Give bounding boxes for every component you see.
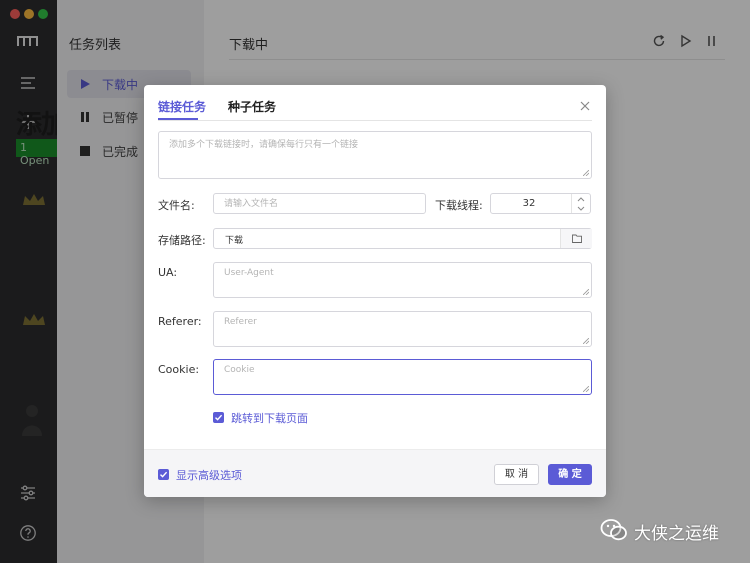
watermark: 大侠之运维 [600,517,740,544]
tab-torrent-task[interactable]: 种子任务 [228,98,276,115]
stepper-divider [571,194,572,213]
cookie-input[interactable] [214,360,591,394]
cookie-textarea-box [213,359,592,395]
jump-to-downloads-checkbox[interactable] [213,412,224,423]
cancel-button[interactable]: 取 消 [494,464,539,485]
save-path-label: 存储路径: [158,234,206,247]
threads-stepper[interactable]: 32 [490,193,591,214]
confirm-button[interactable]: 确 定 [548,464,592,485]
checkmark-icon [215,414,223,421]
ua-input[interactable] [214,263,591,297]
watermark-text: 大侠之运维 [634,524,719,544]
ua-label: UA: [158,266,178,279]
resize-grip-icon[interactable] [583,289,589,295]
filename-field [213,193,426,214]
tabs-divider [158,120,592,121]
save-path-field[interactable]: 下载 [213,228,592,249]
increment-icon[interactable] [575,195,587,204]
wechat-icon [600,519,627,541]
resize-grip-icon[interactable] [583,386,589,392]
ua-textarea-box [213,262,592,298]
filename-input[interactable] [214,194,425,213]
filename-label: 文件名: [158,199,195,212]
referer-textarea-box [213,311,592,347]
urls-textarea-box [158,131,592,179]
choose-folder-button[interactable] [560,229,592,248]
close-icon[interactable] [580,101,590,111]
cookie-label: Cookie: [158,363,200,376]
add-task-dialog: 链接任务 种子任务 文件名: 下载线程: 32 存储路径: 下载 UA: Ref… [144,85,606,497]
threads-value: 32 [522,198,536,209]
show-advanced-label[interactable]: 显示高级选项 [176,467,242,483]
jump-to-downloads-label[interactable]: 跳转到下载页面 [231,410,308,426]
resize-grip-icon[interactable] [583,170,589,176]
urls-input[interactable] [159,132,591,178]
decrement-icon[interactable] [575,204,587,213]
checkmark-icon [160,471,168,478]
folder-icon [572,234,582,243]
resize-grip-icon[interactable] [583,338,589,344]
dialog-footer: 显示高级选项 取 消 确 定 [144,449,606,497]
tab-link-task[interactable]: 链接任务 [158,98,206,115]
referer-label: Referer: [158,315,202,328]
referer-input[interactable] [214,312,591,346]
show-advanced-checkbox[interactable] [158,469,169,480]
save-path-value: 下载 [225,236,244,246]
threads-label: 下载线程: [435,199,483,212]
